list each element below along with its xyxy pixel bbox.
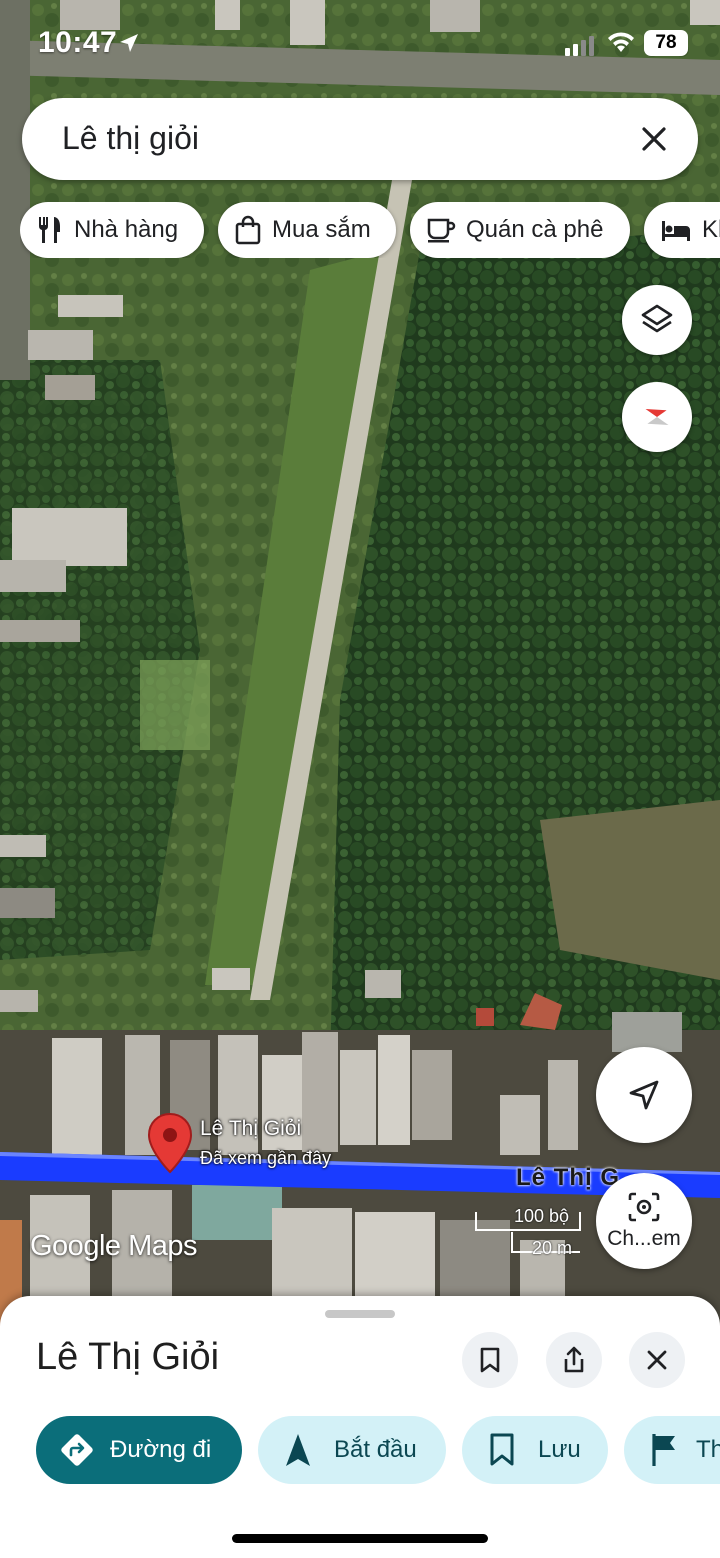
directions-button[interactable]: Đường đi — [36, 1416, 242, 1484]
close-icon — [647, 1350, 667, 1370]
street-view-label: Ch...em — [607, 1227, 681, 1250]
directions-icon — [61, 1434, 93, 1466]
shopping-bag-icon — [235, 215, 261, 245]
chip-hotels[interactable]: Kh — [644, 202, 720, 258]
compass-button[interactable] — [622, 382, 692, 452]
save-button[interactable]: Lưu — [462, 1416, 608, 1484]
layers-button[interactable] — [622, 285, 692, 355]
save-place-button[interactable] — [462, 1332, 518, 1388]
location-arrow-icon — [120, 34, 138, 52]
start-navigation-button[interactable]: Bắt đầu — [258, 1416, 446, 1484]
save-label: Lưu — [538, 1436, 581, 1463]
drag-handle[interactable] — [325, 1310, 395, 1318]
navigation-arrow-icon — [286, 1434, 310, 1466]
google-maps-logo: Google Maps — [30, 1230, 198, 1262]
camera-scan-icon — [628, 1192, 660, 1222]
search-bar[interactable]: Lê thị giỏi — [22, 98, 698, 180]
pin-title[interactable]: Lê Thị Giỏi — [200, 1117, 301, 1141]
bookmark-icon — [490, 1433, 514, 1466]
home-indicator[interactable] — [232, 1534, 488, 1543]
navigation-arrow-icon — [629, 1080, 659, 1110]
category-chips: Nhà hàng Mua sắm Quán cà phê Kh — [20, 202, 720, 258]
chip-restaurants[interactable]: Nhà hàng — [20, 202, 204, 258]
wifi-icon — [608, 32, 634, 52]
flag-icon — [652, 1434, 675, 1466]
place-bottom-sheet[interactable]: Lê Thị Giỏi Đường đi Bắt đầu Lưu Th — [0, 1296, 720, 1558]
chip-label: Kh — [702, 216, 720, 243]
map-pin-icon[interactable] — [146, 1112, 194, 1174]
place-title: Lê Thị Giỏi — [36, 1336, 220, 1378]
compass-icon — [645, 408, 669, 426]
status-time: 10:47 — [38, 26, 118, 59]
street-view-button[interactable]: Ch...em — [596, 1173, 692, 1269]
more-label: Th — [696, 1436, 720, 1463]
chip-label: Mua sắm — [272, 216, 371, 243]
scale-metric: 20 m — [532, 1238, 573, 1258]
share-button[interactable] — [546, 1332, 602, 1388]
close-sheet-button[interactable] — [629, 1332, 685, 1388]
share-icon — [564, 1346, 584, 1373]
more-actions-button[interactable]: Th — [624, 1416, 720, 1484]
chip-shopping[interactable]: Mua sắm — [218, 202, 396, 258]
chip-label: Quán cà phê — [466, 216, 604, 243]
cellular-signal-icon — [565, 36, 594, 56]
coffee-cup-icon — [427, 218, 456, 243]
directions-label: Đường đi — [110, 1436, 212, 1463]
scale-imperial: 100 bộ — [514, 1206, 570, 1226]
road-label: Lê Thị G — [516, 1164, 620, 1191]
chip-cafes[interactable]: Quán cà phê — [410, 202, 630, 258]
close-icon[interactable] — [632, 117, 676, 161]
layers-icon — [641, 304, 673, 333]
status-bar: 10:47 78 — [0, 0, 720, 88]
battery-indicator: 78 — [644, 30, 688, 56]
search-query[interactable]: Lê thị giỏi — [62, 120, 199, 157]
start-label: Bắt đầu — [334, 1436, 417, 1463]
bed-icon — [662, 221, 690, 241]
my-location-button[interactable] — [596, 1047, 692, 1143]
chip-label: Nhà hàng — [74, 216, 179, 243]
fork-knife-icon — [38, 217, 60, 243]
bookmark-icon — [480, 1347, 500, 1373]
pin-subtitle: Đã xem gần đây — [200, 1148, 332, 1168]
